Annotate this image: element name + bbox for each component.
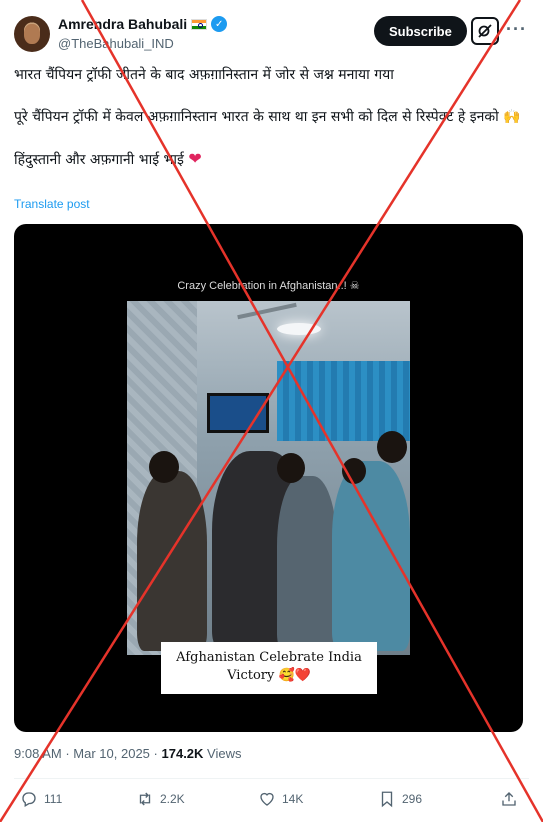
video-person-head xyxy=(342,458,366,484)
tweet-line-1: भारत चैंपियन ट्रॉफी जीतने के बाद अफ़ग़ान… xyxy=(14,67,394,83)
video-bottom-caption-line-2: Victory 🥰❤️ xyxy=(227,668,311,683)
reply-icon xyxy=(22,792,36,807)
video-bottom-caption: Afghanistan Celebrate India Victory 🥰❤️ xyxy=(161,642,377,694)
share-icon xyxy=(502,792,516,806)
video-person xyxy=(277,476,337,651)
reply-count: 111 xyxy=(44,792,63,806)
bookmark-button[interactable]: 296 xyxy=(378,790,422,808)
avatar[interactable] xyxy=(14,16,50,52)
divider xyxy=(14,778,529,779)
heart-icon xyxy=(260,792,274,806)
video-person xyxy=(332,461,410,651)
author-name-row: Amrendra Bahubali ✓ xyxy=(58,16,228,32)
tweet-header: Amrendra Bahubali ✓ @TheBahubali_IND Sub… xyxy=(14,14,529,54)
reply-button[interactable]: 111 xyxy=(20,790,62,808)
meta-separator: · xyxy=(65,746,70,761)
subscribe-button[interactable]: Subscribe xyxy=(374,16,467,46)
avatar-face xyxy=(24,24,40,44)
tweet-line-3: हिंदुस्तानी और अफ़गानी भाई भाई ❤ xyxy=(14,148,529,171)
video-bottom-caption-line-1: Afghanistan Celebrate India xyxy=(176,650,362,665)
video-top-caption: Crazy Celebration in Afghanistan..! ☠ xyxy=(177,280,360,292)
video-person-head xyxy=(149,451,179,483)
tweet-line-3-text: हिंदुस्तानी और अफ़गानी भाई भाई xyxy=(14,152,184,168)
bookmark-icon xyxy=(381,791,393,808)
video-person-head xyxy=(377,431,407,463)
video-person xyxy=(137,471,207,651)
author-handle[interactable]: @TheBahubali_IND xyxy=(58,36,174,51)
heart-emoji: ❤ xyxy=(188,149,202,168)
retweet-button[interactable]: 2.2K xyxy=(136,790,185,808)
tweet-actions: 111 2.2K 14K 296 xyxy=(14,788,529,814)
tweet-text: भारत चैंपियन ट्रॉफी जीतने के बाद अफ़ग़ान… xyxy=(14,64,529,191)
video-person-head xyxy=(277,453,305,483)
author-display-name[interactable]: Amrendra Bahubali xyxy=(58,16,187,32)
video-frame[interactable] xyxy=(127,301,410,655)
bookmark-count: 296 xyxy=(402,792,423,806)
views-label: Views xyxy=(207,746,242,761)
tweet-media-video[interactable]: Crazy Celebration in Afghanistan..! ☠ Af… xyxy=(14,224,523,732)
ceiling-lamp xyxy=(277,323,321,335)
ceiling-fan xyxy=(237,302,297,320)
translate-post-link[interactable]: Translate post xyxy=(14,197,90,211)
grok-icon[interactable] xyxy=(471,17,499,45)
verified-badge-icon[interactable]: ✓ xyxy=(211,16,228,32)
tweet-time[interactable]: 9:08 AM xyxy=(14,746,62,761)
tweet-line-2: पूरे चैंपियन ट्रॉफी में केवल अफ़ग़ानिस्त… xyxy=(14,109,521,125)
video-tv xyxy=(207,393,269,433)
video-window-blinds xyxy=(277,361,410,441)
like-button[interactable]: 14K xyxy=(258,790,303,808)
share-button[interactable] xyxy=(500,790,518,808)
tweet-meta: 9:08 AM · Mar 10, 2025 · 174.2K Views xyxy=(14,746,242,761)
meta-separator: · xyxy=(153,746,158,761)
retweet-count: 2.2K xyxy=(160,792,185,806)
views-count: 174.2K xyxy=(161,746,204,761)
retweet-icon xyxy=(139,792,151,806)
like-count: 14K xyxy=(282,792,304,806)
more-icon[interactable]: ··· xyxy=(506,19,527,40)
tweet-date[interactable]: Mar 10, 2025 xyxy=(73,746,150,761)
india-flag-icon xyxy=(191,18,208,30)
